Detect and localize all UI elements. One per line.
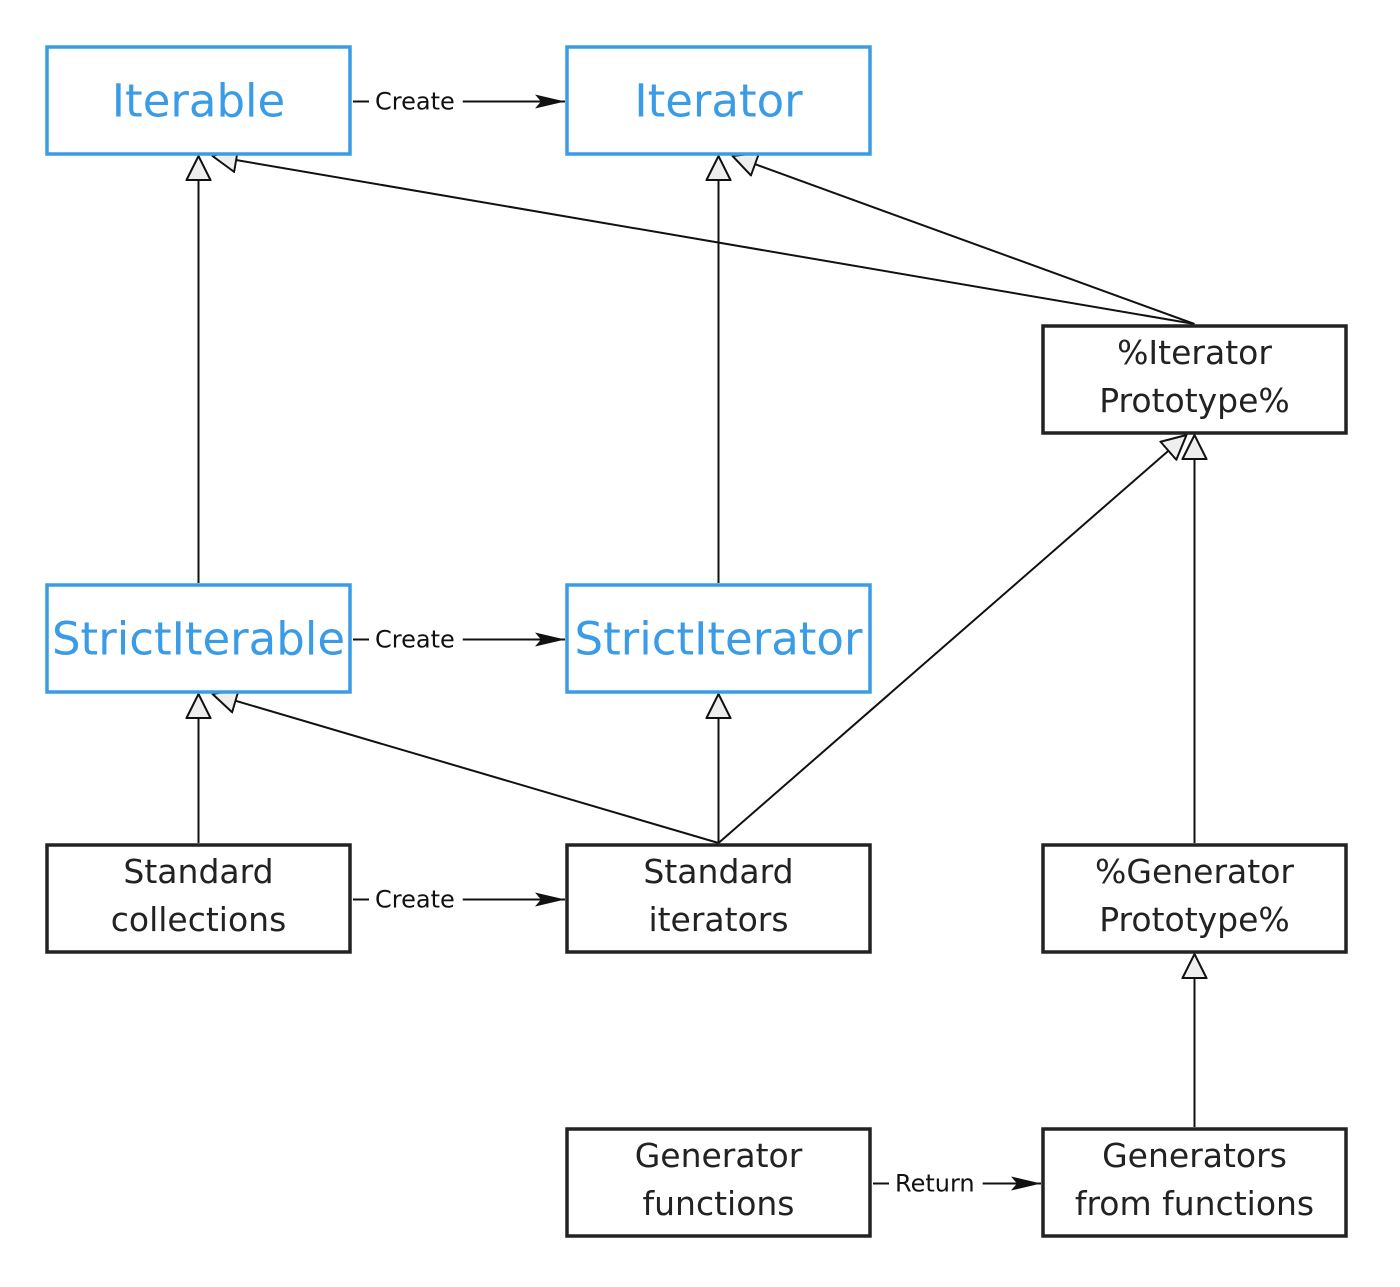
node-label: Generators: [1102, 1136, 1287, 1175]
node-label: collections: [111, 900, 287, 939]
node-label: Generator: [635, 1136, 803, 1175]
node-iterator: Iterator: [565, 45, 872, 156]
node-label: Standard: [643, 852, 793, 891]
node-generator-prototype: %Generator Prototype%: [1041, 843, 1348, 954]
node-label: %Generator: [1095, 852, 1294, 891]
node-iterator-prototype: %Iterator Prototype%: [1041, 324, 1348, 435]
relation-return-arrow: Return: [873, 1170, 1041, 1198]
nodes: Iterable Iterator %Iterator Prototype% Stric…: [45, 45, 1348, 1238]
node-strict-iterable: StrictIterable: [45, 583, 352, 694]
node-label: iterators: [648, 900, 788, 939]
node-label: StrictIterable: [52, 613, 345, 666]
relation-create-arrow: Create: [353, 886, 565, 914]
iterator-class-diagram: Create Create Create Return Iterable Iterato…: [45, 45, 1348, 1238]
node-label: functions: [643, 1184, 795, 1223]
relation-create-arrow: Create: [353, 88, 565, 116]
node-label: Iterable: [112, 75, 285, 128]
node-label: Standard: [123, 852, 273, 891]
node-label: StrictIterator: [575, 613, 863, 666]
node-label: from functions: [1075, 1184, 1314, 1223]
relation-label: Create: [375, 626, 455, 654]
inheritance-arrow-standard-iterators-to-strict-iterable: [213, 694, 719, 844]
relation-label: Create: [375, 886, 455, 914]
node-label: Iterator: [634, 75, 803, 128]
node-label: Prototype%: [1099, 900, 1290, 939]
node-standard-iterators: Standard iterators: [565, 843, 872, 954]
relation-create-arrow: Create: [353, 626, 565, 654]
relation-label: Return: [895, 1170, 975, 1198]
node-standard-collections: Standard collections: [45, 843, 352, 954]
relation-label: Create: [375, 88, 455, 116]
node-generator-functions: Generator functions: [565, 1127, 872, 1238]
node-iterable: Iterable: [45, 45, 352, 156]
inheritance-arrow-iterator-prototype-to-iterable: [213, 156, 1195, 325]
inheritance-arrow-iterator-prototype-to-iterator: [733, 156, 1195, 325]
node-label: %Iterator: [1117, 333, 1272, 372]
node-label: Prototype%: [1099, 381, 1290, 420]
node-strict-iterator: StrictIterator: [565, 583, 872, 694]
node-generators-from-functions: Generators from functions: [1041, 1127, 1348, 1238]
